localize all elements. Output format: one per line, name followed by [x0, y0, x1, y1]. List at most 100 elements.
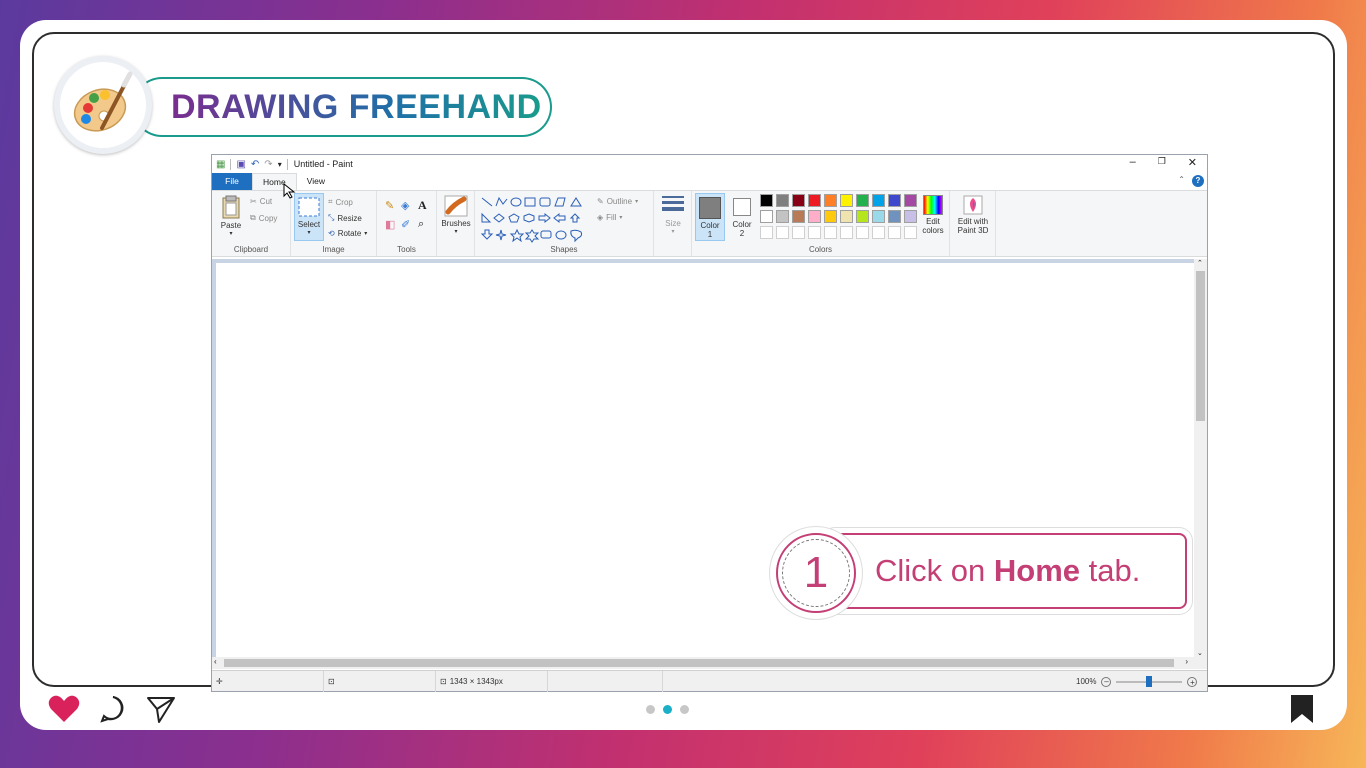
heart-icon[interactable] — [48, 694, 80, 724]
comment-icon[interactable] — [99, 694, 127, 724]
color1-button[interactable]: Color 1 — [695, 193, 725, 241]
color-swatch[interactable] — [776, 210, 789, 223]
color-swatch[interactable] — [760, 210, 773, 223]
pagination-dot-active[interactable] — [663, 705, 672, 714]
color-swatch[interactable] — [904, 194, 917, 207]
color-swatch[interactable] — [824, 194, 837, 207]
vertical-scrollbar[interactable]: ⌃ ⌄ — [1194, 259, 1207, 669]
pagination-dots — [646, 705, 689, 714]
color-swatch[interactable] — [904, 226, 917, 239]
color-swatch[interactable] — [840, 226, 853, 239]
edit-colors-button[interactable]: Edit colors — [918, 195, 948, 235]
zoom-out-icon[interactable]: – — [1101, 676, 1112, 687]
send-icon[interactable] — [146, 694, 176, 724]
scroll-down-icon[interactable]: ⌄ — [1197, 649, 1203, 657]
edit-with-paint3d-button[interactable]: Edit with Paint 3D — [952, 195, 994, 235]
scroll-left-icon[interactable]: ‹ — [214, 657, 217, 666]
select-button[interactable]: Select ▾ — [294, 193, 324, 241]
color-swatch[interactable] — [808, 226, 821, 239]
fill-button[interactable]: ◈ Fill ▾ — [597, 213, 622, 222]
color-spectrum-icon — [923, 195, 943, 215]
scroll-right-icon[interactable]: › — [1185, 657, 1188, 666]
color-swatch[interactable] — [824, 226, 837, 239]
cursor-position-icon: ✛ — [216, 677, 223, 686]
tab-view[interactable]: View — [297, 173, 335, 190]
redo-icon[interactable]: ↷ — [264, 159, 272, 170]
zoom-slider[interactable] — [1116, 675, 1183, 687]
color-swatch[interactable] — [856, 226, 869, 239]
color-swatch[interactable] — [888, 210, 901, 223]
paint-app-icon: ▦ — [216, 158, 226, 170]
rotate-button[interactable]: ⟲ Rotate ▾ — [328, 229, 367, 238]
scroll-up-icon[interactable]: ⌃ — [1197, 259, 1203, 267]
size-group: Size ▾ — [654, 191, 692, 256]
brushes-button[interactable]: Brushes ▾ — [441, 195, 471, 235]
image-label: Image — [322, 245, 345, 254]
mouse-cursor-icon — [283, 183, 296, 199]
colors-label: Colors — [808, 245, 833, 254]
size-button[interactable]: Size ▾ — [658, 195, 688, 235]
magnifier-icon[interactable]: ⌕ — [418, 218, 424, 231]
page-title: DRAWING FREEHAND — [171, 87, 542, 126]
customize-qa-icon[interactable]: ▾ — [278, 160, 282, 169]
save-icon[interactable]: ▣ — [236, 159, 245, 170]
color-swatch[interactable] — [776, 226, 789, 239]
undo-icon[interactable]: ↶ — [251, 159, 259, 170]
outline-button[interactable]: ✎ Outline ▾ — [597, 197, 638, 206]
color-swatch[interactable] — [872, 194, 885, 207]
title-bar: ▦ ▣ ↶ ↷ ▾ Untitled - Paint – ❐ ✕ — [212, 155, 1207, 173]
horizontal-scroll-thumb[interactable] — [224, 659, 1174, 667]
copy-button[interactable]: ⧉ Copy — [250, 213, 277, 223]
step-number: 1 — [782, 539, 850, 607]
fill-bucket-icon[interactable]: ◈ — [401, 199, 409, 212]
color-swatch[interactable] — [872, 210, 885, 223]
title-pill: DRAWING FREEHAND — [132, 77, 552, 137]
color-swatch[interactable] — [792, 210, 805, 223]
eraser-icon[interactable]: ◧ — [385, 218, 395, 231]
color-swatch[interactable] — [792, 226, 805, 239]
tools-label: Tools — [397, 245, 416, 254]
resize-icon: ⤡ — [328, 213, 335, 222]
text-tool-icon[interactable]: A — [418, 198, 427, 213]
shapes-gallery[interactable] — [479, 195, 591, 243]
vertical-scroll-thumb[interactable] — [1196, 271, 1205, 421]
collapse-ribbon-icon[interactable]: ⌃ — [1178, 175, 1185, 184]
color-swatch[interactable] — [840, 210, 853, 223]
close-icon[interactable]: ✕ — [1188, 156, 1197, 169]
color-swatch[interactable] — [824, 210, 837, 223]
color-swatch[interactable] — [872, 226, 885, 239]
color-swatch[interactable] — [904, 210, 917, 223]
minimize-icon[interactable]: – — [1130, 156, 1136, 169]
crop-button[interactable]: ⌗ Crop — [328, 197, 353, 207]
bookmark-icon[interactable] — [1290, 694, 1314, 724]
zoom-slider-thumb[interactable] — [1146, 675, 1153, 687]
color-picker-icon[interactable]: ✐ — [401, 218, 410, 231]
color-swatch[interactable] — [888, 194, 901, 207]
shapes-label: Shapes — [550, 245, 578, 254]
color-swatch[interactable] — [760, 226, 773, 239]
pagination-dot[interactable] — [646, 705, 655, 714]
paste-button[interactable]: Paste ▾ — [218, 195, 244, 237]
restore-icon[interactable]: ❐ — [1158, 156, 1166, 169]
color-swatch[interactable] — [856, 194, 869, 207]
color-swatch[interactable] — [808, 210, 821, 223]
color-swatch[interactable] — [856, 210, 869, 223]
brush-icon — [444, 195, 468, 217]
help-icon[interactable]: ? — [1192, 175, 1204, 187]
cut-button[interactable]: ✂ Cut — [250, 197, 272, 206]
color-swatch[interactable] — [792, 194, 805, 207]
color2-button[interactable]: Color 2 — [727, 193, 757, 241]
horizontal-scrollbar[interactable]: ‹ › — [212, 657, 1194, 669]
resize-button[interactable]: ⤡ Resize — [328, 213, 362, 223]
status-bar: ✛ ⊡ ⊡ 1343 × 1343px 100% – + — [212, 670, 1207, 692]
color-swatch[interactable] — [888, 226, 901, 239]
paste-icon — [222, 195, 240, 219]
tab-file[interactable]: File — [212, 173, 252, 190]
color-swatch[interactable] — [840, 194, 853, 207]
color-swatch[interactable] — [776, 194, 789, 207]
zoom-in-icon[interactable]: + — [1187, 676, 1198, 687]
pencil-icon[interactable]: ✎ — [385, 199, 394, 212]
color-swatch[interactable] — [760, 194, 773, 207]
color-swatch[interactable] — [808, 194, 821, 207]
pagination-dot[interactable] — [680, 705, 689, 714]
